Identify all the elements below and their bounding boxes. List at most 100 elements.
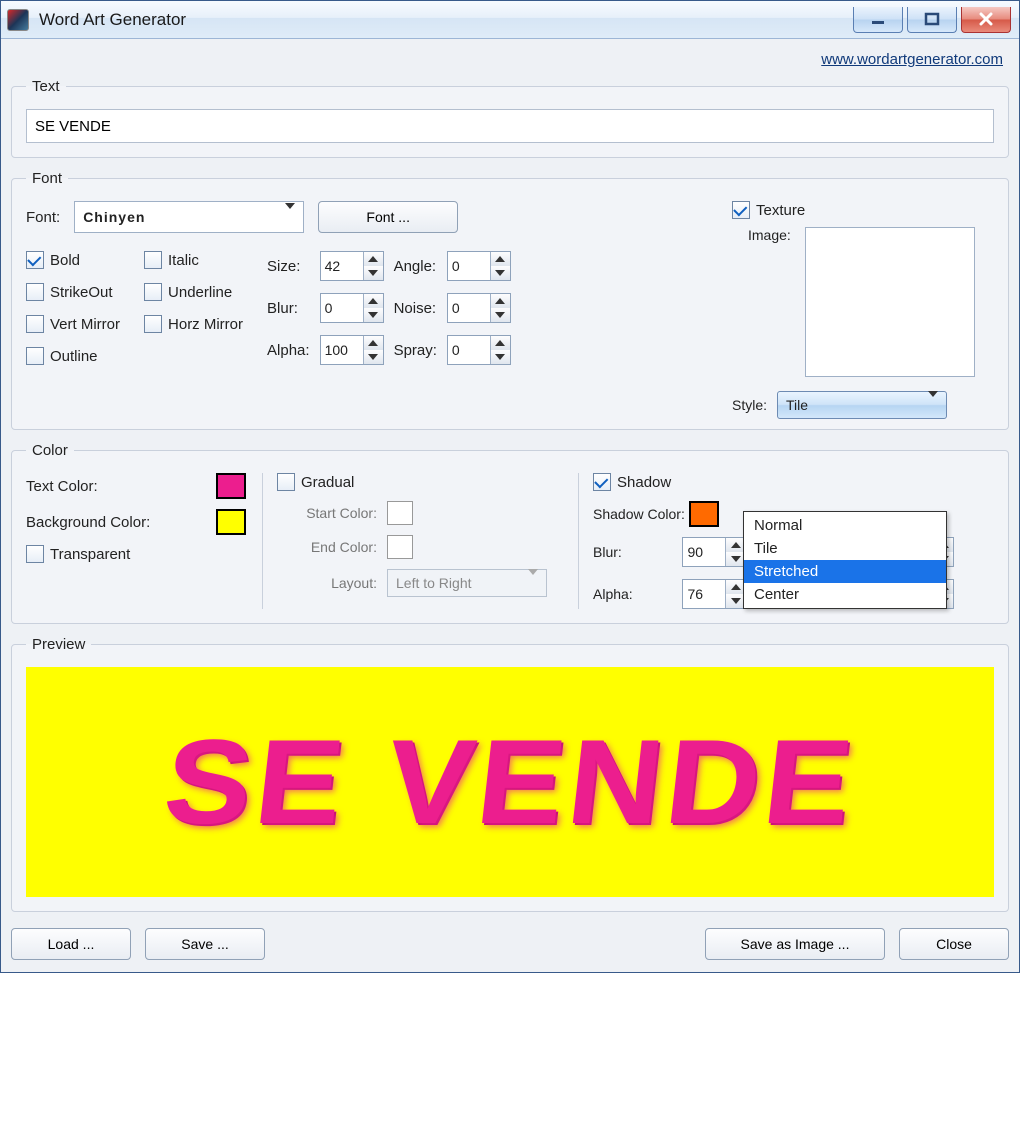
color-basic-column: Text Color: Background Color: Transparen…	[26, 473, 246, 609]
gradual-layout-label: Layout:	[277, 575, 377, 591]
text-group-legend: Text	[26, 78, 66, 95]
load-button[interactable]: Load ...	[11, 928, 131, 960]
font-label: Font:	[26, 209, 60, 226]
alpha-label: Alpha:	[267, 342, 310, 359]
window-title: Word Art Generator	[39, 10, 186, 30]
gradual-end-swatch	[387, 535, 413, 559]
noise-label: Noise:	[394, 300, 437, 317]
font-group-legend: Font	[26, 170, 68, 187]
outline-checkbox[interactable]	[26, 347, 44, 365]
texture-style-select[interactable]: Tile	[777, 391, 947, 419]
bottom-bar: Load ... Save ... Save as Image ... Clos…	[11, 924, 1009, 960]
font-browse-button[interactable]: Font ...	[318, 201, 458, 233]
strikeout-checkbox[interactable]	[26, 283, 44, 301]
text-input[interactable]	[26, 109, 994, 143]
underline-checkbox[interactable]	[144, 283, 162, 301]
transparent-label: Transparent	[50, 546, 130, 563]
blur-label: Blur:	[267, 300, 310, 317]
maximize-button[interactable]	[907, 7, 957, 33]
color-group-legend: Color	[26, 442, 74, 459]
texture-style-value: Tile	[786, 397, 808, 413]
texture-style-label: Style:	[732, 397, 767, 413]
app-icon	[7, 9, 29, 31]
outline-label: Outline	[50, 348, 98, 365]
shadow-alpha-spinner[interactable]: 76	[682, 579, 746, 609]
texture-block: Texture Image: Style: Tile	[732, 201, 994, 419]
spray-spinner[interactable]: 0	[447, 335, 511, 365]
spray-label: Spray:	[394, 342, 437, 359]
gradual-start-swatch	[387, 501, 413, 525]
style-option-normal[interactable]: Normal	[744, 514, 946, 537]
texture-checkbox[interactable]	[732, 201, 750, 219]
blur-spinner[interactable]: 0	[320, 293, 384, 323]
save-as-image-button[interactable]: Save as Image ...	[705, 928, 885, 960]
gradual-label: Gradual	[301, 474, 354, 491]
window-controls	[853, 7, 1011, 33]
gradual-start-label: Start Color:	[277, 505, 377, 521]
font-group: Font Font: Chinyen Font ... Bold Italic …	[11, 170, 1009, 430]
noise-spinner[interactable]: 0	[447, 293, 511, 323]
font-numeric-grid: Size: 42 Angle: 0 Blur: 0 Noise: 0 Alpha…	[267, 251, 511, 365]
font-style-checks: Bold Italic StrikeOut Underline Vert Mir…	[26, 251, 243, 365]
close-button[interactable]: Close	[899, 928, 1009, 960]
font-name-display: Chinyen	[83, 209, 145, 225]
gradual-checkbox[interactable]	[277, 473, 295, 491]
text-color-label: Text Color:	[26, 478, 98, 495]
bold-label: Bold	[50, 252, 80, 269]
spinner-up-icon	[364, 252, 383, 266]
horz-mirror-checkbox[interactable]	[144, 315, 162, 333]
gradual-end-label: End Color:	[277, 539, 377, 555]
shadow-alpha-label: Alpha:	[593, 586, 672, 602]
gradual-layout-select: Left to Right	[387, 569, 547, 597]
preview-area: SE VENDE	[26, 667, 994, 897]
horz-mirror-label: Horz Mirror	[168, 316, 243, 333]
preview-legend: Preview	[26, 636, 91, 653]
vert-mirror-checkbox[interactable]	[26, 315, 44, 333]
preview-group: Preview SE VENDE	[11, 636, 1009, 912]
style-option-tile[interactable]: Tile	[744, 537, 946, 560]
texture-image-well[interactable]	[805, 227, 975, 377]
style-option-center[interactable]: Center	[744, 583, 946, 606]
underline-label: Underline	[168, 284, 232, 301]
vert-mirror-label: Vert Mirror	[50, 316, 120, 333]
text-color-swatch[interactable]	[216, 473, 246, 499]
app-window: Word Art Generator www.wordartgenerator.…	[0, 0, 1020, 973]
texture-label: Texture	[756, 202, 805, 219]
size-label: Size:	[267, 258, 310, 275]
strikeout-label: StrikeOut	[50, 284, 113, 301]
chevron-down-icon	[528, 575, 538, 591]
bg-color-label: Background Color:	[26, 514, 150, 531]
texture-style-dropdown[interactable]: NormalTileStretchedCenter	[743, 511, 947, 609]
shadow-color-label: Shadow Color:	[593, 506, 685, 522]
shadow-checkbox[interactable]	[593, 473, 611, 491]
font-combobox[interactable]: Chinyen	[74, 201, 304, 233]
minimize-button[interactable]	[853, 7, 903, 33]
text-group: Text	[11, 78, 1009, 158]
close-window-button[interactable]	[961, 7, 1011, 33]
bold-checkbox[interactable]	[26, 251, 44, 269]
chevron-down-icon	[285, 209, 295, 225]
transparent-checkbox[interactable]	[26, 545, 44, 563]
chevron-down-icon	[928, 397, 938, 413]
gradual-layout-value: Left to Right	[396, 575, 472, 591]
bg-color-swatch[interactable]	[216, 509, 246, 535]
save-button[interactable]: Save ...	[145, 928, 265, 960]
spinner-down-icon	[364, 266, 383, 280]
italic-checkbox[interactable]	[144, 251, 162, 269]
angle-spinner[interactable]: 0	[447, 251, 511, 281]
angle-label: Angle:	[394, 258, 437, 275]
client-area: www.wordartgenerator.com Text Font Font:…	[1, 39, 1019, 972]
texture-image-label: Image:	[748, 227, 791, 243]
shadow-label: Shadow	[617, 474, 671, 491]
website-link-row: www.wordartgenerator.com	[11, 47, 1009, 78]
shadow-blur-label: Blur:	[593, 544, 672, 560]
italic-label: Italic	[168, 252, 199, 269]
shadow-color-swatch[interactable]	[689, 501, 719, 527]
alpha-spinner[interactable]: 100	[320, 335, 384, 365]
preview-text: SE VENDE	[157, 713, 863, 851]
size-spinner[interactable]: 42	[320, 251, 384, 281]
style-option-stretched[interactable]: Stretched	[744, 560, 946, 583]
gradual-column: Gradual Start Color: End Color: Layout: …	[262, 473, 562, 609]
shadow-blur-spinner[interactable]: 90	[682, 537, 746, 567]
website-link[interactable]: www.wordartgenerator.com	[821, 51, 1003, 68]
